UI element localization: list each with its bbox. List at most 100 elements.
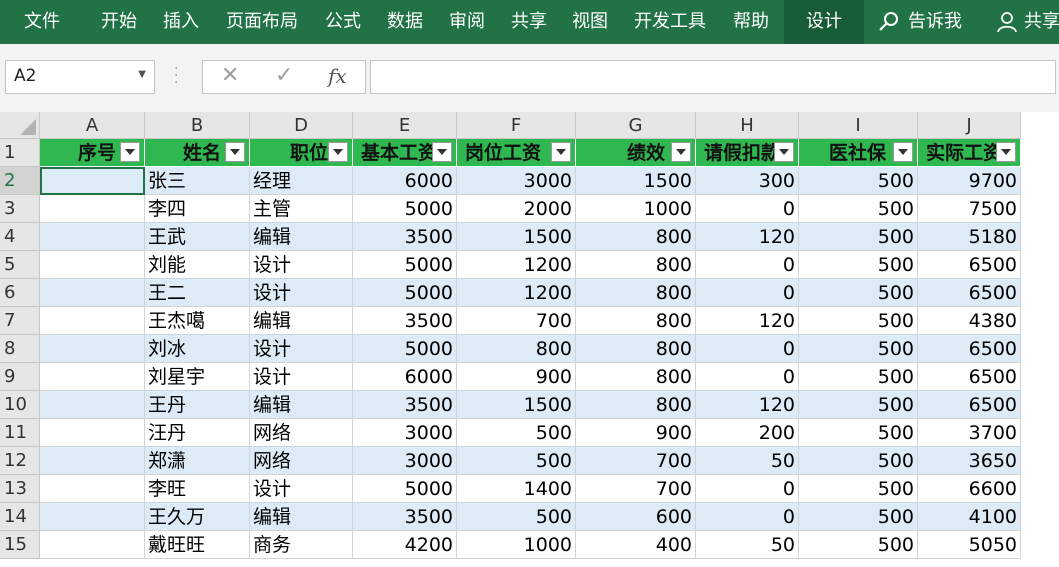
filter-dropdown-icon[interactable] bbox=[120, 142, 140, 162]
table-cell[interactable]: 设计 bbox=[250, 279, 353, 307]
tab-page-layout[interactable]: 页面布局 bbox=[226, 0, 298, 44]
table-cell[interactable]: 王丹 bbox=[145, 391, 250, 419]
table-cell[interactable] bbox=[40, 503, 145, 531]
table-cell[interactable]: 500 bbox=[457, 503, 576, 531]
table-cell[interactable]: 5000 bbox=[353, 195, 457, 223]
table-cell[interactable]: 郑潇 bbox=[145, 447, 250, 475]
tab-developer[interactable]: 开发工具 bbox=[634, 0, 706, 44]
table-cell[interactable]: 3500 bbox=[353, 223, 457, 251]
table-cell[interactable]: 0 bbox=[696, 503, 799, 531]
column-header-g[interactable]: G bbox=[576, 112, 696, 139]
table-cell[interactable]: 1400 bbox=[457, 475, 576, 503]
table-cell[interactable]: 6500 bbox=[918, 279, 1021, 307]
filter-dropdown-icon[interactable] bbox=[893, 142, 913, 162]
tab-share[interactable]: 共享 bbox=[511, 0, 547, 44]
table-cell[interactable]: 4100 bbox=[918, 503, 1021, 531]
row-header-1[interactable]: 1 bbox=[0, 139, 40, 167]
table-cell[interactable]: 编辑 bbox=[250, 503, 353, 531]
table-header-cell[interactable]: 医社保 bbox=[799, 139, 918, 167]
tell-me-search[interactable]: 告诉我 bbox=[878, 0, 978, 44]
table-cell[interactable] bbox=[40, 531, 145, 559]
table-cell[interactable]: 3500 bbox=[353, 391, 457, 419]
table-cell[interactable]: 3000 bbox=[353, 419, 457, 447]
table-cell[interactable]: 500 bbox=[799, 195, 918, 223]
tab-review[interactable]: 审阅 bbox=[449, 0, 485, 44]
row-header-5[interactable]: 5 bbox=[0, 251, 40, 279]
table-cell[interactable]: 500 bbox=[799, 223, 918, 251]
table-header-cell[interactable]: 请假扣款 bbox=[696, 139, 799, 167]
table-cell[interactable]: 王杰噶 bbox=[145, 307, 250, 335]
table-cell[interactable]: 300 bbox=[696, 167, 799, 195]
table-cell[interactable] bbox=[40, 307, 145, 335]
table-cell[interactable]: 500 bbox=[799, 251, 918, 279]
filter-dropdown-icon[interactable] bbox=[774, 142, 794, 162]
table-cell[interactable]: 6000 bbox=[353, 167, 457, 195]
table-cell[interactable]: 800 bbox=[576, 335, 696, 363]
table-cell[interactable]: 3000 bbox=[457, 167, 576, 195]
table-cell[interactable]: 设计 bbox=[250, 363, 353, 391]
table-cell[interactable]: 0 bbox=[696, 335, 799, 363]
table-cell[interactable] bbox=[40, 279, 145, 307]
table-cell[interactable]: 1000 bbox=[576, 195, 696, 223]
cancel-icon[interactable]: ✕ bbox=[221, 63, 239, 88]
row-header-14[interactable]: 14 bbox=[0, 503, 40, 531]
tab-help[interactable]: 帮助 bbox=[733, 0, 769, 44]
table-cell[interactable]: 李四 bbox=[145, 195, 250, 223]
table-cell[interactable]: 500 bbox=[799, 307, 918, 335]
table-cell[interactable]: 800 bbox=[576, 223, 696, 251]
table-cell[interactable]: 刘星宇 bbox=[145, 363, 250, 391]
column-header-i[interactable]: I bbox=[799, 112, 918, 139]
table-cell[interactable]: 网络 bbox=[250, 447, 353, 475]
table-cell[interactable]: 3500 bbox=[353, 503, 457, 531]
table-cell[interactable]: 李旺 bbox=[145, 475, 250, 503]
table-cell[interactable]: 700 bbox=[457, 307, 576, 335]
table-cell[interactable] bbox=[40, 363, 145, 391]
table-cell[interactable]: 900 bbox=[457, 363, 576, 391]
table-cell[interactable]: 戴旺旺 bbox=[145, 531, 250, 559]
table-cell[interactable]: 600 bbox=[576, 503, 696, 531]
row-header-2[interactable]: 2 bbox=[0, 167, 40, 195]
table-cell[interactable]: 7500 bbox=[918, 195, 1021, 223]
formula-input[interactable] bbox=[370, 60, 1056, 94]
tab-insert[interactable]: 插入 bbox=[163, 0, 199, 44]
table-cell[interactable]: 500 bbox=[799, 475, 918, 503]
filter-dropdown-icon[interactable] bbox=[671, 142, 691, 162]
table-cell[interactable]: 刘能 bbox=[145, 251, 250, 279]
table-cell[interactable]: 刘冰 bbox=[145, 335, 250, 363]
table-cell[interactable]: 编辑 bbox=[250, 223, 353, 251]
table-cell[interactable]: 120 bbox=[696, 391, 799, 419]
table-cell[interactable] bbox=[40, 335, 145, 363]
table-cell[interactable]: 6500 bbox=[918, 335, 1021, 363]
table-cell[interactable] bbox=[40, 167, 145, 195]
tab-view[interactable]: 视图 bbox=[572, 0, 608, 44]
table-cell[interactable]: 王武 bbox=[145, 223, 250, 251]
table-cell[interactable] bbox=[40, 251, 145, 279]
table-cell[interactable] bbox=[40, 195, 145, 223]
table-cell[interactable]: 800 bbox=[457, 335, 576, 363]
table-cell[interactable]: 设计 bbox=[250, 335, 353, 363]
table-cell[interactable]: 5000 bbox=[353, 475, 457, 503]
table-cell[interactable]: 800 bbox=[576, 363, 696, 391]
tab-formulas[interactable]: 公式 bbox=[325, 0, 361, 44]
column-header-j[interactable]: J bbox=[918, 112, 1021, 139]
share-button[interactable]: 共享 bbox=[996, 0, 1059, 44]
row-header-12[interactable]: 12 bbox=[0, 447, 40, 475]
table-cell[interactable]: 120 bbox=[696, 223, 799, 251]
table-cell[interactable]: 1500 bbox=[457, 223, 576, 251]
table-cell[interactable]: 5000 bbox=[353, 251, 457, 279]
table-header-cell[interactable]: 职位 bbox=[250, 139, 353, 167]
table-cell[interactable]: 500 bbox=[799, 531, 918, 559]
worksheet-grid[interactable]: A B D E F G H I J 1 序号 姓名 职位 基本工资 岗位工资 绩效 请假扣款 医社保 实际工资 2 张三… bbox=[0, 112, 1059, 567]
row-header-11[interactable]: 11 bbox=[0, 419, 40, 447]
table-cell[interactable]: 6600 bbox=[918, 475, 1021, 503]
grip-dots-icon[interactable]: · · · bbox=[174, 62, 178, 90]
filter-dropdown-icon[interactable] bbox=[328, 142, 348, 162]
table-cell[interactable]: 500 bbox=[457, 447, 576, 475]
table-cell[interactable]: 1200 bbox=[457, 279, 576, 307]
filter-dropdown-icon[interactable] bbox=[432, 142, 452, 162]
table-cell[interactable]: 0 bbox=[696, 363, 799, 391]
column-header-a[interactable]: A bbox=[40, 112, 145, 139]
table-cell[interactable]: 网络 bbox=[250, 419, 353, 447]
table-cell[interactable]: 900 bbox=[576, 419, 696, 447]
table-header-cell[interactable]: 实际工资 bbox=[918, 139, 1021, 167]
